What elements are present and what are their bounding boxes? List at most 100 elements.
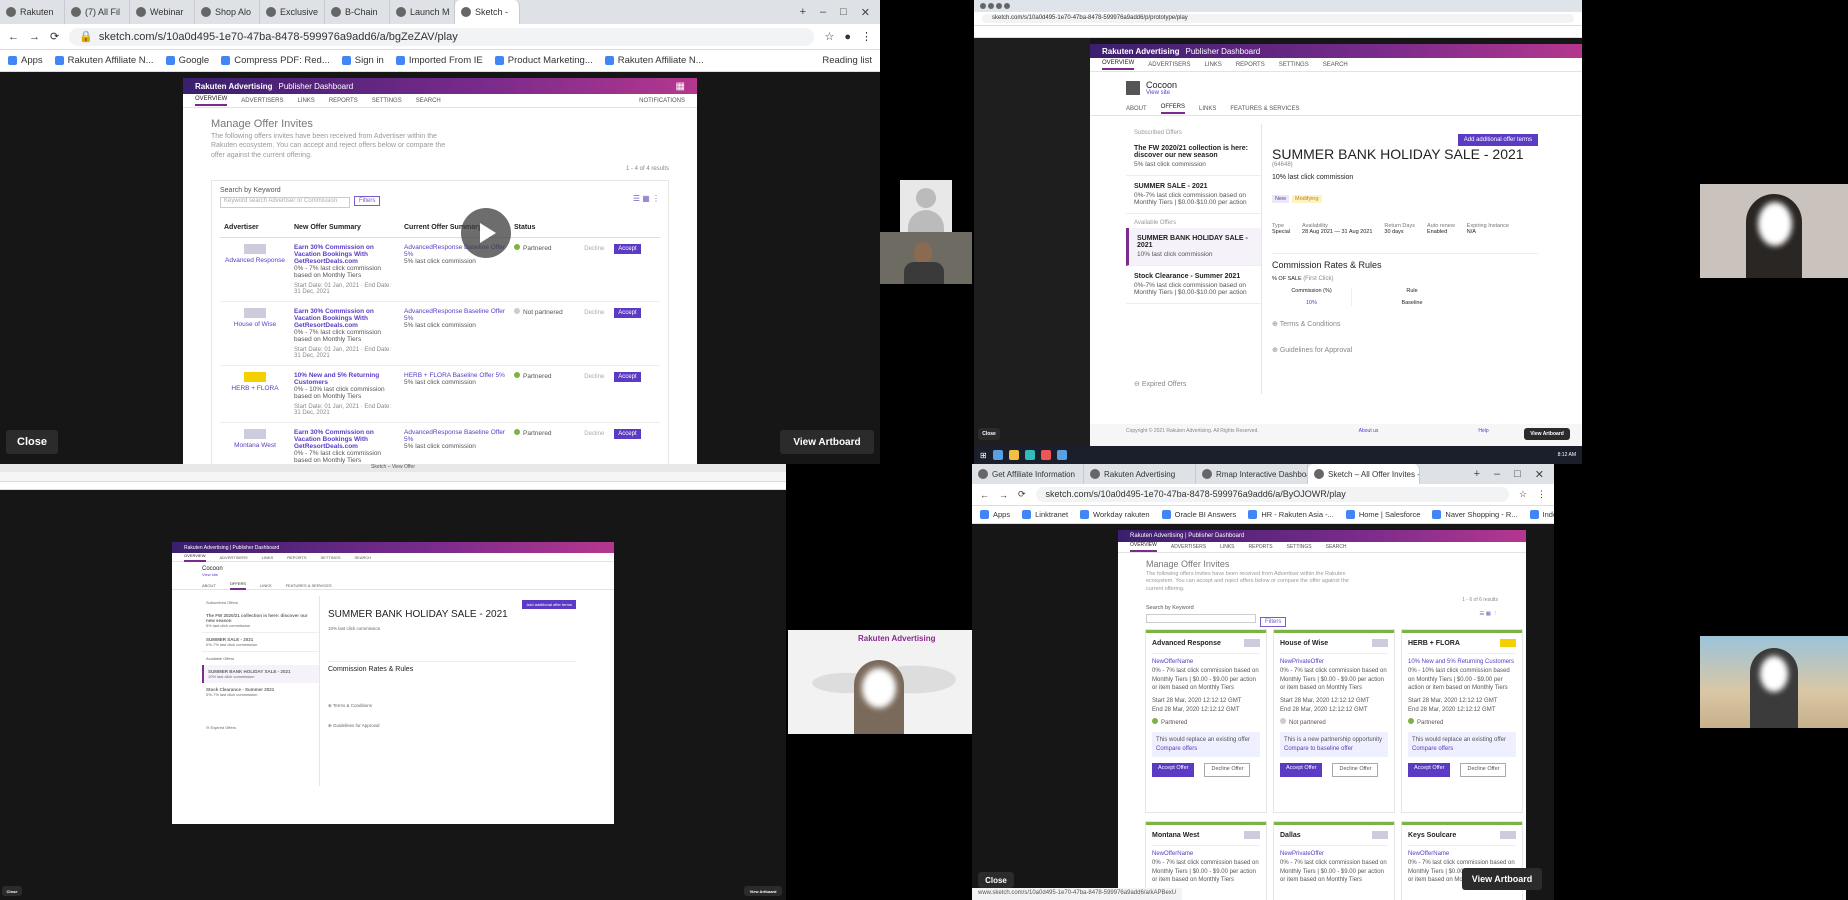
bookmark-item[interactable]: Compress PDF: Red... [221, 55, 330, 66]
taskbar-app-icon[interactable] [1040, 450, 1051, 460]
filters-button[interactable]: Filters [354, 196, 381, 207]
forward-icon[interactable]: → [999, 490, 1008, 500]
advertiser-name[interactable]: Advanced Response [224, 257, 286, 264]
card-advertiser[interactable]: House of Wise [1280, 639, 1328, 649]
bookmark-item[interactable]: Home | Salesforce [1345, 510, 1420, 519]
url-field[interactable]: sketch.com/s/10a0d495-1e70-47ba-8478-599… [982, 13, 1574, 24]
new-offer-link[interactable]: 10% New and 5% Returning Customers [294, 372, 396, 386]
offer-list-item[interactable]: The FW 2020/21 collection is here: disco… [1126, 138, 1261, 176]
view-artboard-button[interactable]: View Artboard [780, 430, 874, 454]
browser-tab[interactable]: B-Chain [325, 0, 390, 24]
browser-tab[interactable]: (7) All Fil [65, 0, 130, 24]
advertiser-tab[interactable]: OFFERS [1160, 104, 1186, 114]
card-advertiser[interactable]: Keys Soulcare [1408, 831, 1456, 841]
taskbar-app-icon[interactable] [1056, 450, 1067, 460]
card-offer-name[interactable]: 10% New and 5% Returning Customers [1408, 658, 1516, 667]
close-button[interactable]: Close [2, 886, 22, 896]
new-tab-button[interactable]: + [1474, 468, 1480, 481]
advertiser-tab[interactable]: LINKS [1199, 106, 1216, 112]
nav-item[interactable]: ADVERTISERS [241, 98, 283, 104]
bookmark-item[interactable]: Apps [8, 55, 43, 66]
advertiser-name[interactable]: House of Wise [224, 321, 286, 328]
browser-tab[interactable]: Sketch – All Offer Invites - Grid [1308, 464, 1420, 484]
taskbar-app-icon[interactable] [1024, 450, 1035, 460]
maximize-icon[interactable]: □ [1514, 468, 1521, 481]
card-offer-name[interactable]: NewOfferName [1152, 658, 1260, 667]
decline-button[interactable]: Decline [584, 431, 604, 437]
close-window-icon[interactable]: ✕ [1535, 468, 1544, 481]
bookmark-item[interactable]: Sign in [341, 55, 384, 66]
profile-icon[interactable]: ● [844, 31, 851, 43]
browser-tab[interactable]: Shop Alo [195, 0, 260, 24]
accept-button[interactable]: Accept [614, 308, 641, 319]
view-artboard-button[interactable]: View Artboard [1462, 868, 1542, 890]
taskbar-app-icon[interactable] [1008, 450, 1019, 460]
card-offer-name[interactable]: NewPrivateOffer [1280, 658, 1388, 667]
filters-button[interactable]: Filters [1260, 617, 1287, 628]
decline-offer-button[interactable]: Decline Offer [1460, 763, 1507, 778]
compare-link[interactable]: Compare to baseline offer [1284, 745, 1384, 754]
card-advertiser[interactable]: HERB + FLORA [1408, 639, 1460, 649]
back-icon[interactable]: ← [8, 31, 19, 43]
browser-tab[interactable]: Rakuten [0, 0, 65, 24]
search-input[interactable] [1146, 614, 1256, 624]
nav-item[interactable]: REPORTS [329, 98, 358, 104]
decline-button[interactable]: Decline [584, 310, 604, 316]
url-field[interactable]: sketch.com/s/10a0d495-1e70-47ba-8478-599… [1035, 486, 1509, 503]
browser-tab[interactable]: Launch M [390, 0, 455, 24]
browser-tab[interactable]: Sketch - [455, 0, 520, 24]
bookmark-item[interactable]: Index [1529, 510, 1554, 519]
reload-icon[interactable]: ⟳ [50, 30, 59, 43]
notifications-link[interactable]: NOTIFICATIONS [639, 98, 685, 104]
nav-item[interactable]: SEARCH [416, 98, 441, 104]
new-offer-link[interactable]: Earn 30% Commission on Vacation Bookings… [294, 308, 396, 329]
new-tab-button[interactable]: + [800, 6, 806, 19]
card-advertiser[interactable]: Advanced Response [1152, 639, 1221, 649]
card-advertiser[interactable]: Montana West [1152, 831, 1199, 841]
close-button[interactable]: Close [978, 428, 1000, 440]
accept-button[interactable]: Accept [614, 244, 641, 255]
view-artboard-button[interactable]: View Artboard [1524, 428, 1570, 440]
bookmark-item[interactable]: HR - Rakuten Asia -... [1248, 510, 1334, 519]
decline-offer-button[interactable]: Decline Offer [1332, 763, 1379, 778]
offer-list-item[interactable]: SUMMER SALE - 2021 0%-7% last click commi… [1126, 176, 1261, 214]
browser-tab[interactable]: Get Affiliate Information [972, 464, 1084, 484]
advertiser-tab[interactable]: FEATURES & SERVICES [1230, 106, 1299, 112]
decline-offer-button[interactable]: Decline Offer [1204, 763, 1251, 778]
accept-offer-button[interactable]: Accept Offer [1152, 763, 1195, 778]
current-offer-link[interactable]: AdvancedResponse Baseline Offer 5% [404, 308, 506, 322]
view-toggle-icon[interactable]: ☰ ▦ ⋮ [1479, 611, 1498, 617]
menu-icon[interactable]: ⋮ [861, 30, 872, 43]
new-offer-link[interactable]: Earn 30% Commission on Vacation Bookings… [294, 429, 396, 450]
url-field[interactable]: 🔒 sketch.com/s/10a0d495-1e70-47ba-8478-59… [69, 27, 815, 46]
view-site-link[interactable]: View site [1146, 90, 1177, 96]
minimize-icon[interactable]: – [820, 6, 826, 19]
card-advertiser[interactable]: Dallas [1280, 831, 1301, 841]
taskbar-app-icon[interactable] [992, 450, 1003, 460]
bookmark-item[interactable]: Workday rakuten [1080, 510, 1150, 519]
bookmark-item[interactable]: Google [165, 55, 209, 66]
star-icon[interactable]: ☆ [1519, 489, 1527, 500]
offer-list-item[interactable]: SUMMER BANK HOLIDAY SALE - 2021 10% last … [1126, 228, 1261, 266]
card-offer-name[interactable]: NewPrivateOffer [1280, 850, 1388, 859]
current-offer-link[interactable]: HERB + FLORA Baseline Offer 5% [404, 372, 506, 379]
compare-link[interactable]: Compare offers [1412, 745, 1512, 754]
nav-item[interactable]: SETTINGS [372, 98, 402, 104]
bookmark-item[interactable]: Product Marketing... [494, 55, 593, 66]
footer-link-help[interactable]: Help [1478, 428, 1488, 442]
terms-toggle[interactable]: ⊕ Terms & Conditions [1272, 320, 1538, 328]
bookmark-item[interactable]: Linktranet [1022, 510, 1068, 519]
advertiser-name[interactable]: HERB + FLORA [224, 385, 286, 392]
reload-icon[interactable]: ⟳ [1018, 489, 1026, 500]
guidelines-toggle[interactable]: ⊕ Guidelines for Approval [1272, 346, 1538, 354]
star-icon[interactable]: ☆ [824, 30, 834, 43]
add-terms-button[interactable]: Add additional offer terms [1457, 134, 1538, 146]
card-offer-name[interactable]: NewOfferName [1408, 850, 1516, 859]
bookmark-item[interactable]: Imported From IE [395, 55, 483, 66]
close-button[interactable]: Close [6, 430, 58, 454]
decline-button[interactable]: Decline [584, 374, 604, 380]
expired-offers[interactable]: ⊖ Expired Offers [1134, 380, 1186, 388]
close-window-icon[interactable]: ✕ [861, 6, 870, 19]
search-input[interactable]: Keyword search Advertiser or Commission [220, 197, 350, 209]
play-icon[interactable] [461, 208, 511, 258]
